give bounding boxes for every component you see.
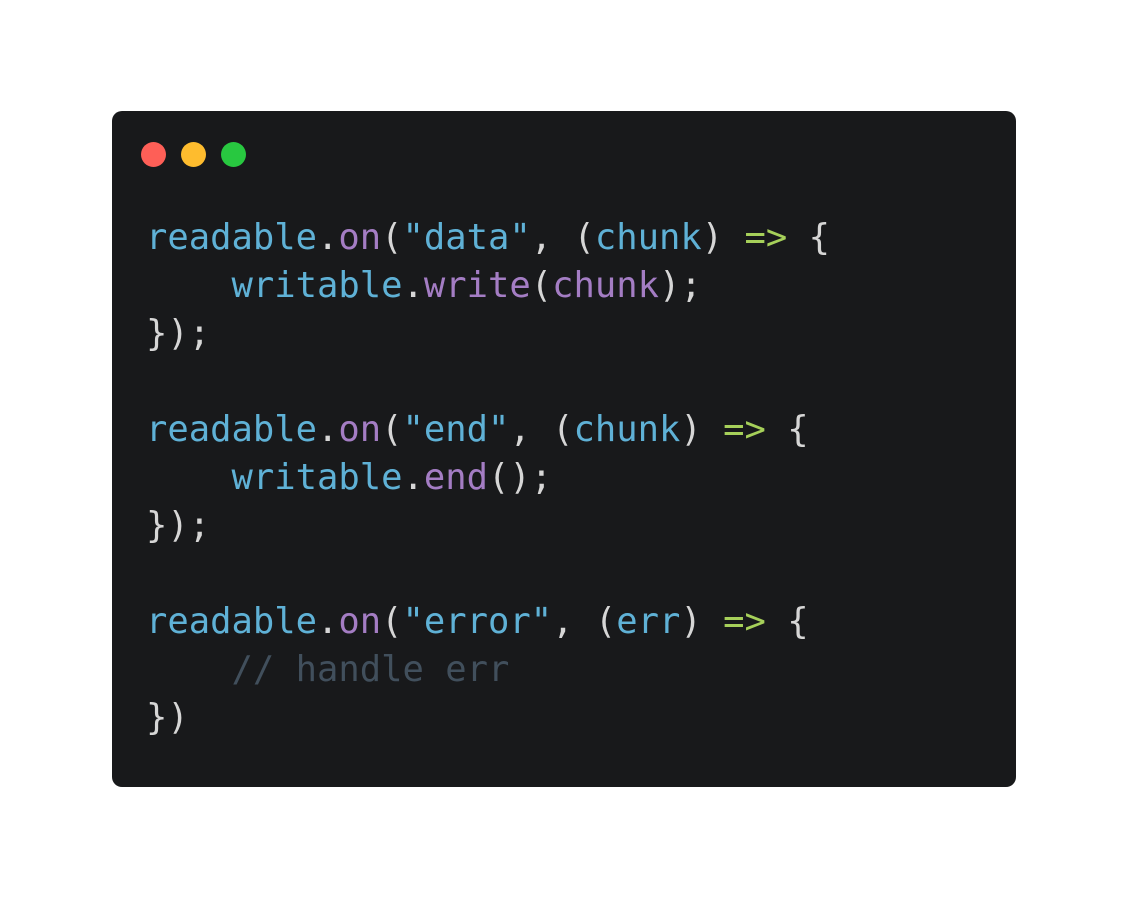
code-token-punc: , ( xyxy=(530,217,595,258)
code-token-fn: write xyxy=(423,265,531,306)
code-line: }) xyxy=(146,694,830,742)
code-token-punc: ( xyxy=(530,265,553,306)
code-token-punc: ) xyxy=(701,217,745,258)
code-token-str: "data" xyxy=(402,217,531,258)
code-line: readable.on("data", (chunk) => { xyxy=(146,214,830,262)
maximize-dot-icon[interactable] xyxy=(221,142,246,167)
code-token-punc: }) xyxy=(146,697,189,738)
code-token-punc: { xyxy=(787,217,830,258)
code-token-punc: ( xyxy=(381,601,403,642)
code-line: readable.on("end", (chunk) => { xyxy=(146,406,830,454)
code-line: }); xyxy=(146,310,830,358)
code-token-punc xyxy=(146,649,232,690)
code-token-punc: . xyxy=(402,457,424,498)
code-token-fn: end xyxy=(423,457,488,498)
code-token-punc: ) xyxy=(680,601,724,642)
code-token-comment: // handle err xyxy=(231,649,510,690)
code-token-argfn: chunk xyxy=(552,265,659,306)
code-token-arrow: => xyxy=(723,409,766,450)
code-token-punc: . xyxy=(316,409,339,450)
code-token-punc: . xyxy=(316,601,339,642)
code-token-str: "error" xyxy=(402,601,553,642)
close-dot-icon[interactable] xyxy=(141,142,166,167)
code-token-param: err xyxy=(616,601,681,642)
code-token-punc: { xyxy=(765,601,809,642)
code-line: writable.write(chunk); xyxy=(146,262,830,310)
code-token-punc: ); xyxy=(658,265,702,306)
code-token-punc: ) xyxy=(680,409,724,450)
code-token-arrow: => xyxy=(744,217,788,258)
code-token-punc xyxy=(146,265,232,306)
code-token-fn: on xyxy=(338,601,382,642)
code-block: readable.on("data", (chunk) => { writabl… xyxy=(146,214,830,742)
code-token-obj: writable xyxy=(231,457,403,498)
code-token-param: chunk xyxy=(573,409,681,450)
code-token-fn: on xyxy=(338,409,382,450)
code-token-punc: . xyxy=(316,217,339,258)
code-token-punc: }); xyxy=(146,505,211,546)
code-token-punc: { xyxy=(765,409,809,450)
code-token-fn: on xyxy=(338,217,382,258)
code-token-punc: ( xyxy=(381,409,403,450)
code-window: readable.on("data", (chunk) => { writabl… xyxy=(112,111,1016,787)
code-line: }); xyxy=(146,502,830,550)
code-token-punc xyxy=(146,457,232,498)
code-token-param: chunk xyxy=(594,217,702,258)
code-token-punc: ( xyxy=(381,217,403,258)
code-line: writable.end(); xyxy=(146,454,830,502)
code-line: // handle err xyxy=(146,646,830,694)
code-token-punc: (); xyxy=(487,457,553,498)
code-token-punc: , ( xyxy=(552,601,617,642)
code-token-punc: }); xyxy=(146,313,211,354)
code-token-obj: readable xyxy=(146,217,317,258)
code-token-obj: writable xyxy=(231,265,403,306)
code-token-punc: , ( xyxy=(509,409,574,450)
code-token-arrow: => xyxy=(723,601,766,642)
code-token-obj: readable xyxy=(146,409,317,450)
code-line: readable.on("error", (err) => { xyxy=(146,598,830,646)
code-token-obj: readable xyxy=(146,601,317,642)
code-token-punc: . xyxy=(402,265,424,306)
minimize-dot-icon[interactable] xyxy=(181,142,206,167)
code-token-str: "end" xyxy=(402,409,510,450)
